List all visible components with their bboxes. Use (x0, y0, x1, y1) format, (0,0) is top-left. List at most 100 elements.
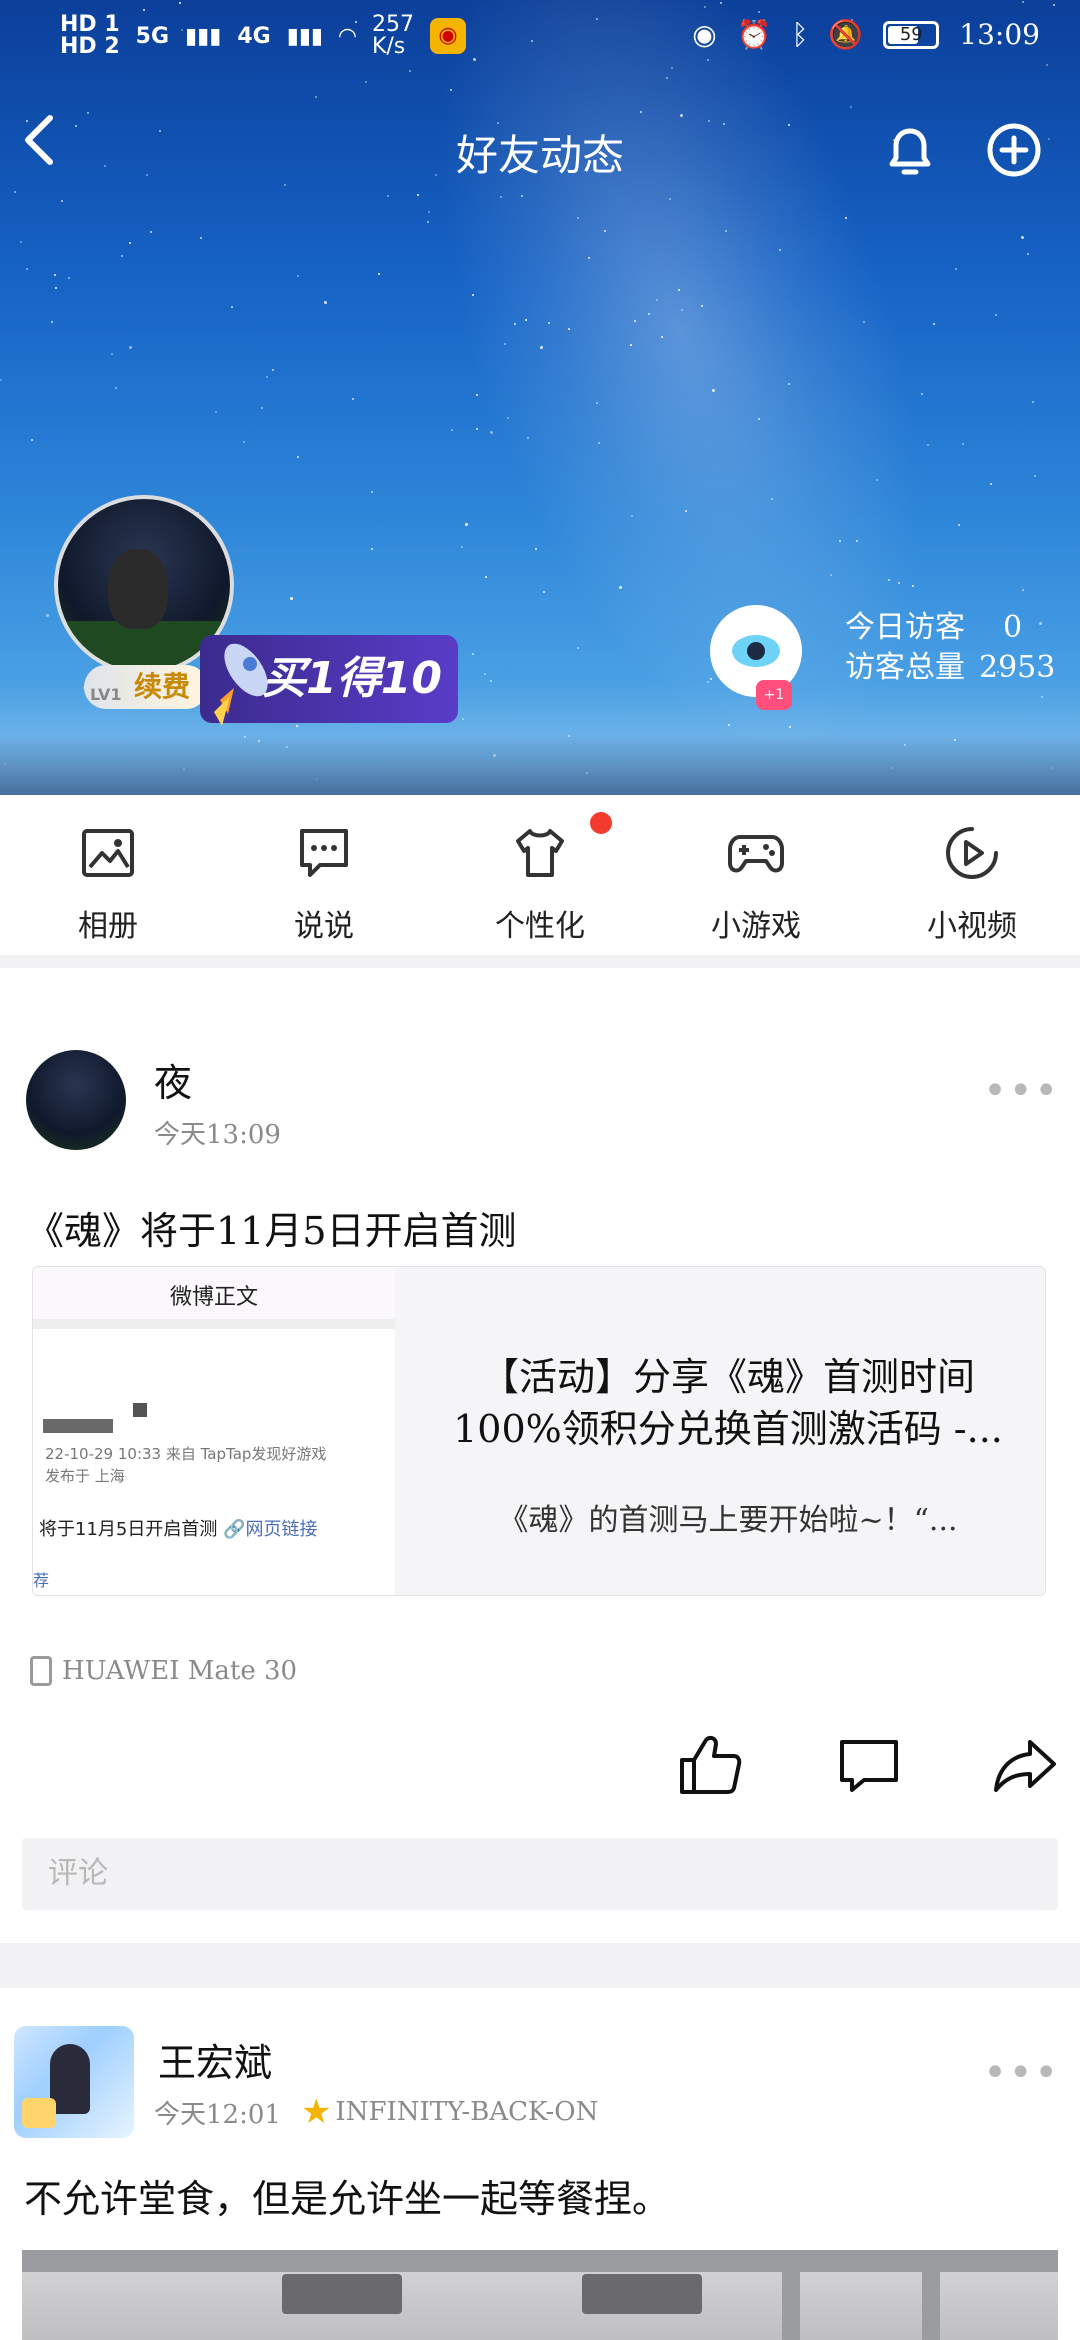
star-dot (20, 241, 22, 243)
star-dot (678, 289, 680, 291)
thumb-link: 🔗网页链接 (223, 1519, 318, 1540)
star-dot (707, 681, 709, 683)
quick-item-label: 说说 (294, 909, 354, 944)
star-dot (656, 299, 658, 301)
user-avatar[interactable] (26, 1050, 126, 1150)
star-dot (955, 268, 957, 270)
star-dot (54, 274, 56, 276)
star-dot (485, 576, 487, 578)
share-button[interactable] (990, 1730, 1060, 1800)
quick-item-label: 相册 (78, 909, 138, 944)
user-name[interactable]: 王宏斌 (158, 2032, 272, 2087)
star-dot (200, 237, 202, 239)
star-dot (500, 196, 502, 198)
total-visitors-value: 2953 (979, 650, 1056, 685)
star-dot (352, 398, 354, 400)
vip-renew-badge[interactable]: LV1 续费 (84, 665, 209, 709)
top-nav: 好友动态 (0, 110, 1080, 190)
network-speed: 257 K/s (372, 14, 414, 58)
quick-item-label: 小游戏 (711, 909, 801, 944)
star-dot (215, 411, 217, 413)
network-4g-label: 4G (237, 23, 271, 49)
star-dot (490, 680, 492, 682)
star-dot (725, 230, 727, 232)
star-dot (61, 200, 63, 202)
bluetooth-icon: ᛒ (791, 18, 809, 51)
star-dot (504, 343, 506, 345)
link-card[interactable]: 微博正文 22-10-29 10:33 来自 TapTap发现好游戏 发布于 上… (32, 1266, 1046, 1596)
sim2-label: HD 2 (60, 34, 120, 59)
star-dot (26, 268, 28, 270)
quick-item-shuoshuo[interactable]: 说说 (254, 823, 394, 945)
chat-icon (300, 829, 348, 877)
comment-input[interactable]: 评论 (22, 1838, 1058, 1910)
renew-label: 续费 (134, 670, 191, 703)
album-icon (82, 829, 134, 877)
quick-item-videos[interactable]: 小视频 (902, 823, 1042, 945)
star-dot (958, 524, 960, 526)
star-dot (631, 515, 633, 517)
star-dot (863, 321, 865, 323)
star-dot (55, 287, 57, 289)
card-thumbnail: 微博正文 22-10-29 10:33 来自 TapTap发现好游戏 发布于 上… (33, 1267, 395, 1595)
post-text: 《魂》将于11月5日开启首测 (26, 1209, 517, 1253)
like-button[interactable] (676, 1730, 746, 1800)
quick-item-album[interactable]: 相册 (38, 823, 178, 945)
star-dot (111, 353, 113, 355)
quick-item-personalize[interactable]: 个性化 (470, 823, 610, 945)
device-name: HUAWEI Mate 30 (62, 1656, 298, 1686)
star-dot (1027, 253, 1029, 255)
star-dot (850, 106, 852, 108)
card-description: 《魂》的首测马上要开始啦~！“... (498, 1503, 958, 1538)
share-arrow-icon (994, 1740, 1056, 1792)
more-options-icon[interactable]: ••• (983, 1068, 1060, 1114)
more-options-icon[interactable]: ••• (983, 2050, 1060, 2096)
star-dot (296, 725, 298, 727)
thumb-meta-line: 22-10-29 10:33 来自 TapTap发现好游戏 (45, 1445, 327, 1463)
star-dot (661, 336, 663, 338)
star-dot (231, 306, 233, 308)
wifi-icon: ◠ (339, 23, 356, 49)
thumb-meta: 22-10-29 10:33 来自 TapTap发现好游戏 发布于 上海 (45, 1443, 326, 1487)
star-dot (634, 320, 636, 322)
tshirt-icon (516, 829, 564, 877)
star-dot (830, 574, 832, 576)
post-photo[interactable] (22, 2250, 1058, 2340)
notification-button[interactable] (880, 120, 940, 180)
star-dot (681, 309, 683, 311)
star-dot (465, 523, 468, 526)
user-avatar[interactable] (14, 2026, 134, 2138)
device-source: HUAWEI Mate 30 (30, 1656, 297, 1686)
play-icon (946, 827, 998, 879)
user-name[interactable]: 夜 (154, 1052, 192, 1107)
promo-text: 买1得10 (262, 653, 442, 704)
star-dot (450, 89, 452, 91)
star-dot (31, 439, 33, 441)
visitor-stats[interactable]: 今日访客 0 访客总量 2953 (845, 608, 1055, 688)
star-dot (771, 498, 773, 500)
star-dot (129, 346, 132, 349)
mountain-silhouette (0, 735, 1080, 795)
new-dot-badge (590, 812, 612, 834)
sim-indicator: HD 1 HD 2 (60, 14, 120, 58)
thumbs-up-icon (680, 1735, 742, 1794)
star-dot (568, 328, 570, 330)
network-5g-label: 5G (135, 23, 170, 49)
star-dot (514, 323, 516, 325)
star-dot (297, 275, 299, 277)
star-dot (115, 387, 117, 389)
user-tag: INFINITY-BACK-ON (335, 2097, 599, 2127)
star-dot (648, 313, 650, 315)
comment-button[interactable] (834, 1730, 904, 1800)
status-bar: HD 1 HD 2 5G ▮▮▮ 4G ▮▮▮ ◠ 257 K/s ◉ ◉ ⏰ … (0, 0, 1080, 80)
star-dot (933, 323, 935, 325)
sim1-label: HD 1 (60, 12, 120, 37)
star-dot (685, 510, 687, 512)
star-dot (315, 96, 317, 98)
star-dot (789, 726, 791, 728)
star-dot (51, 321, 53, 323)
star-dot (630, 344, 632, 346)
star-dot (371, 548, 373, 550)
quick-item-games[interactable]: 小游戏 (686, 823, 826, 945)
add-button[interactable] (984, 120, 1044, 180)
